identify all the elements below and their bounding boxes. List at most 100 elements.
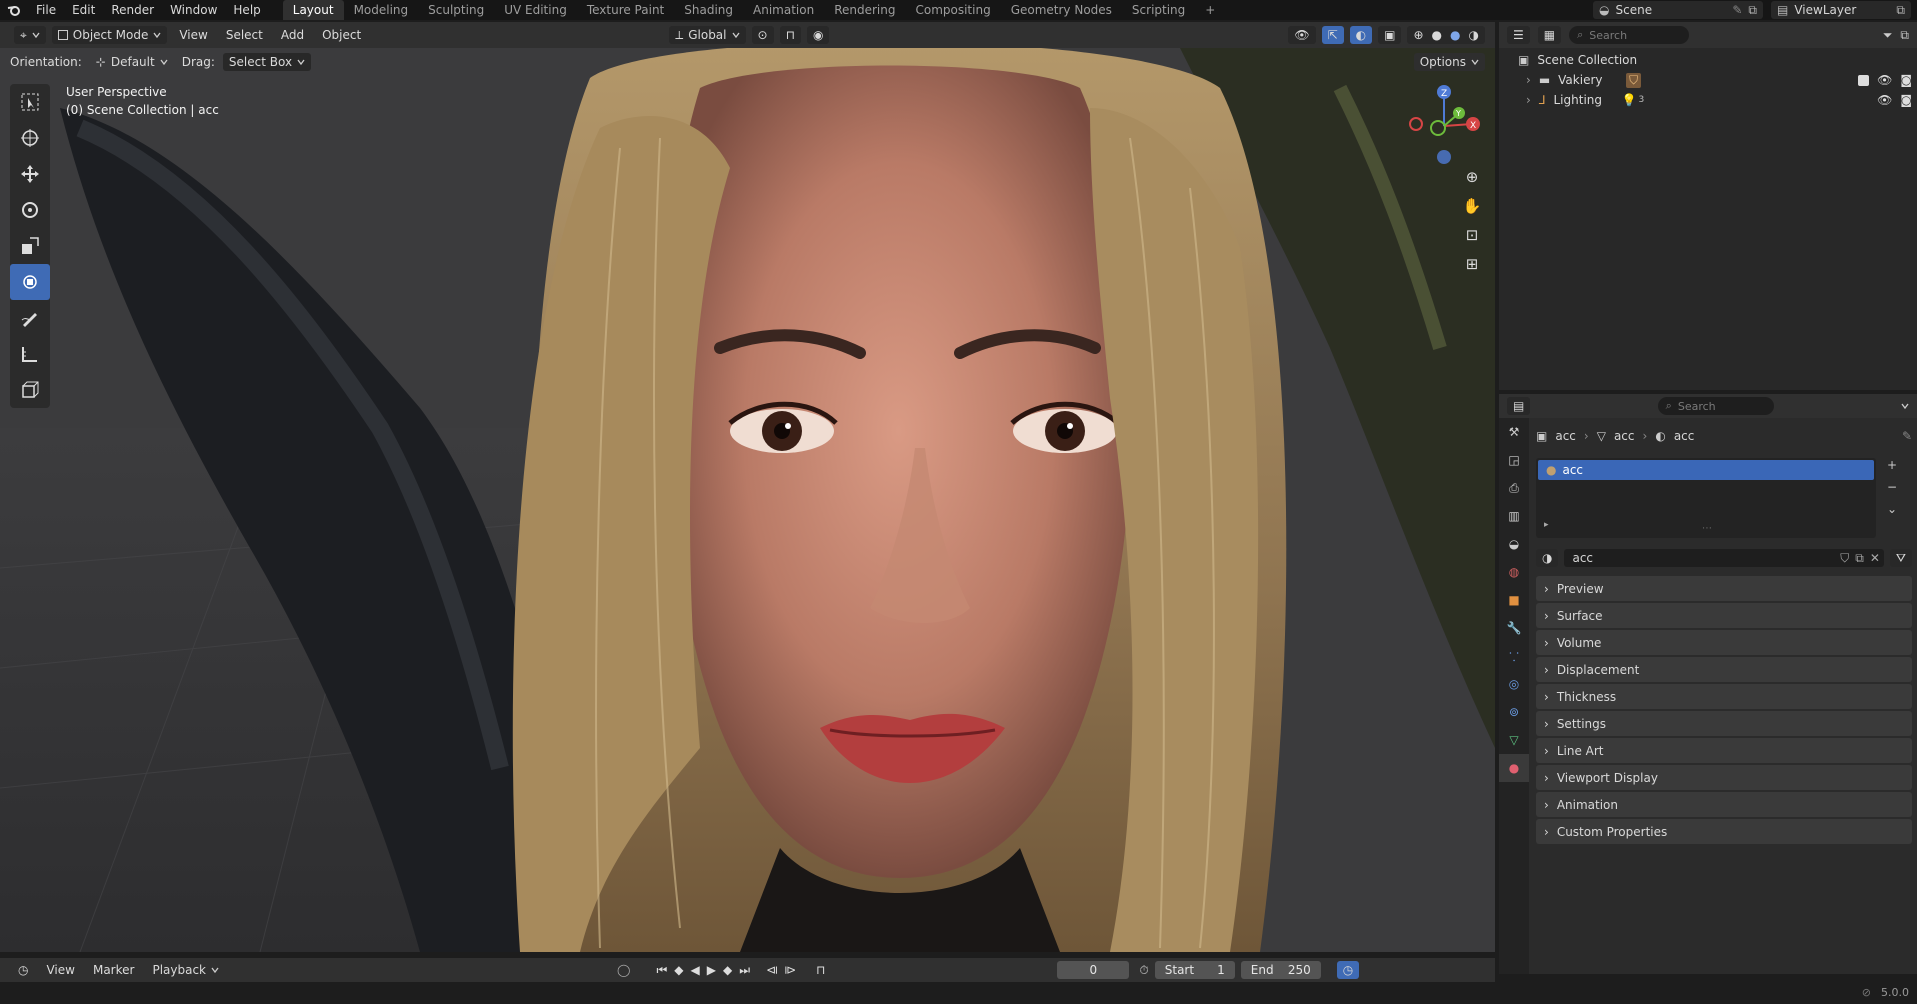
solid-shading-icon[interactable]: ●: [1432, 28, 1442, 42]
visibility-selector[interactable]: 👁: [1288, 26, 1316, 44]
playback-dropdown[interactable]: Playback: [146, 961, 225, 979]
tab-modeling[interactable]: Modeling: [344, 0, 419, 20]
menu-edit[interactable]: Edit: [64, 0, 103, 20]
menu-render[interactable]: Render: [103, 0, 162, 20]
eye-icon[interactable]: 👁: [1877, 93, 1892, 107]
tab-physics[interactable]: ◎: [1499, 670, 1529, 698]
play-icon[interactable]: ▶: [707, 963, 716, 978]
panel-preview[interactable]: › Preview: [1536, 576, 1912, 601]
fake-user-shield-icon[interactable]: ⛉: [1840, 551, 1849, 566]
3d-viewport[interactable]: [0, 48, 1495, 952]
tab-animation[interactable]: Animation: [743, 0, 824, 20]
xray-toggle[interactable]: ▣: [1378, 26, 1402, 44]
move-tool[interactable]: [10, 156, 50, 192]
outliner-row-vakiery[interactable]: › ▬ Vakiery ⛉ 👁 ◙: [1518, 70, 1912, 90]
slot-menu-button[interactable]: ⌄: [1882, 502, 1902, 520]
object-menu[interactable]: Object: [316, 25, 367, 45]
camera-icon[interactable]: ◙: [1900, 73, 1912, 87]
current-frame-field[interactable]: 0: [1057, 961, 1130, 979]
tab-render[interactable]: ◲: [1499, 446, 1529, 474]
display-mode-selector[interactable]: ▦: [1537, 26, 1562, 44]
editor-type-selector[interactable]: ⌖: [14, 26, 46, 44]
next-keyframe-icon[interactable]: ◆: [723, 963, 732, 978]
pivot-point-selector[interactable]: ⊙: [751, 26, 774, 44]
rotate-tool[interactable]: [10, 192, 50, 228]
camera-view-icon[interactable]: ⊡: [1462, 226, 1482, 255]
expand-arrow-icon[interactable]: ▸: [1544, 520, 1549, 530]
add-cube-tool[interactable]: [10, 372, 50, 408]
pan-hand-icon[interactable]: ✋: [1462, 197, 1482, 226]
menu-file[interactable]: File: [28, 0, 64, 20]
snap-toggle[interactable]: ⊓: [779, 26, 801, 44]
timeline-marker-menu[interactable]: Marker: [87, 960, 140, 980]
add-workspace-button[interactable]: +: [1195, 0, 1225, 20]
zoom-icon[interactable]: ⊕: [1462, 168, 1482, 197]
end-frame-field[interactable]: End 250: [1240, 961, 1321, 979]
tab-output[interactable]: ⎙: [1499, 474, 1529, 502]
eye-icon[interactable]: 👁: [1877, 73, 1892, 87]
tab-constraints[interactable]: ⊚: [1499, 698, 1529, 726]
transform-orientation-selector[interactable]: ⟂ Global: [669, 26, 746, 44]
properties-search-input[interactable]: ⌕ Search: [1657, 397, 1774, 415]
gizmo-toggle[interactable]: ⇱: [1321, 26, 1344, 44]
outliner-editor-type[interactable]: ☰: [1507, 26, 1530, 44]
jump-start-icon[interactable]: ⏮: [656, 963, 667, 978]
outliner-row-lighting[interactable]: › ⅃ Lighting 💡 3 👁 ◙: [1518, 90, 1912, 110]
navigation-gizmo[interactable]: Z X Y: [1406, 82, 1482, 168]
panel-settings[interactable]: › Settings: [1536, 711, 1912, 736]
chevron-down-icon[interactable]: [1901, 402, 1909, 410]
timeline-editor-type[interactable]: ◷: [12, 961, 34, 979]
add-slot-button[interactable]: +: [1882, 458, 1902, 476]
material-slot-row[interactable]: ● acc: [1538, 460, 1874, 480]
material-shading-icon[interactable]: ●: [1450, 28, 1460, 42]
panel-line-art[interactable]: › Line Art: [1536, 738, 1912, 763]
tab-particles[interactable]: ⸪: [1499, 642, 1529, 670]
transform-tool[interactable]: [10, 264, 50, 300]
start-frame-field[interactable]: Start 1: [1154, 961, 1235, 979]
auto-keying-icon[interactable]: ⧐: [784, 963, 796, 977]
measure-tool[interactable]: [10, 336, 50, 372]
ortho-toggle-icon[interactable]: ⊞: [1462, 255, 1482, 284]
orientation-dropdown[interactable]: ⊹ Default: [90, 53, 174, 71]
tab-shading[interactable]: Shading: [674, 0, 743, 20]
keying-set-icon[interactable]: ⊓: [816, 963, 825, 977]
cursor-tool[interactable]: [10, 120, 50, 156]
mode-selector[interactable]: Object Mode: [51, 26, 168, 44]
tab-uv-editing[interactable]: UV Editing: [494, 0, 577, 20]
tab-view-layer[interactable]: ▥: [1499, 502, 1529, 530]
tab-material[interactable]: ●: [1499, 754, 1529, 782]
select-menu[interactable]: Select: [220, 25, 269, 45]
select-box-tool[interactable]: [10, 84, 50, 120]
properties-editor-type[interactable]: ▤: [1507, 397, 1531, 415]
tab-world[interactable]: ◍: [1499, 558, 1529, 586]
tab-layout[interactable]: Layout: [282, 0, 344, 20]
drag-dropdown[interactable]: Select Box: [222, 53, 312, 71]
stopwatch-icon[interactable]: ⏱: [1139, 963, 1148, 978]
scale-tool[interactable]: [10, 228, 50, 264]
pin-icon[interactable]: ✎: [1902, 429, 1912, 443]
overlay-toggle[interactable]: ◐: [1349, 26, 1373, 44]
camera-icon[interactable]: ◙: [1900, 93, 1912, 107]
material-name-field[interactable]: acc ⛉ ⧉ ✕: [1564, 549, 1884, 567]
tab-scene[interactable]: ◒: [1499, 530, 1529, 558]
play-reverse-icon[interactable]: ◀: [690, 963, 699, 978]
panel-thickness[interactable]: › Thickness: [1536, 684, 1912, 709]
panel-displacement[interactable]: › Displacement: [1536, 657, 1912, 682]
filter-icon[interactable]: ⏷: [1883, 28, 1893, 43]
new-view-layer-icon[interactable]: ⧉: [1896, 3, 1905, 18]
resize-handle-icon[interactable]: ⋯: [1702, 523, 1712, 534]
scene-collection-row[interactable]: ▣ Scene Collection: [1518, 50, 1912, 70]
expand-arrow-icon[interactable]: ›: [1526, 73, 1531, 87]
tab-object[interactable]: ■: [1499, 586, 1529, 614]
tab-tool[interactable]: ⚒: [1499, 418, 1529, 446]
tab-geometry-nodes[interactable]: Geometry Nodes: [1001, 0, 1122, 20]
panel-animation[interactable]: › Animation: [1536, 792, 1912, 817]
timeline-view-menu[interactable]: View: [40, 960, 80, 980]
scene-selector[interactable]: ◒ Scene ✎ ⧉: [1593, 1, 1763, 19]
remove-slot-button[interactable]: −: [1882, 480, 1902, 498]
panel-custom-properties[interactable]: › Custom Properties: [1536, 819, 1912, 844]
tab-scripting[interactable]: Scripting: [1122, 0, 1195, 20]
menu-help[interactable]: Help: [225, 0, 268, 20]
material-link-selector[interactable]: ⛛: [1889, 549, 1912, 567]
add-menu[interactable]: Add: [275, 25, 310, 45]
